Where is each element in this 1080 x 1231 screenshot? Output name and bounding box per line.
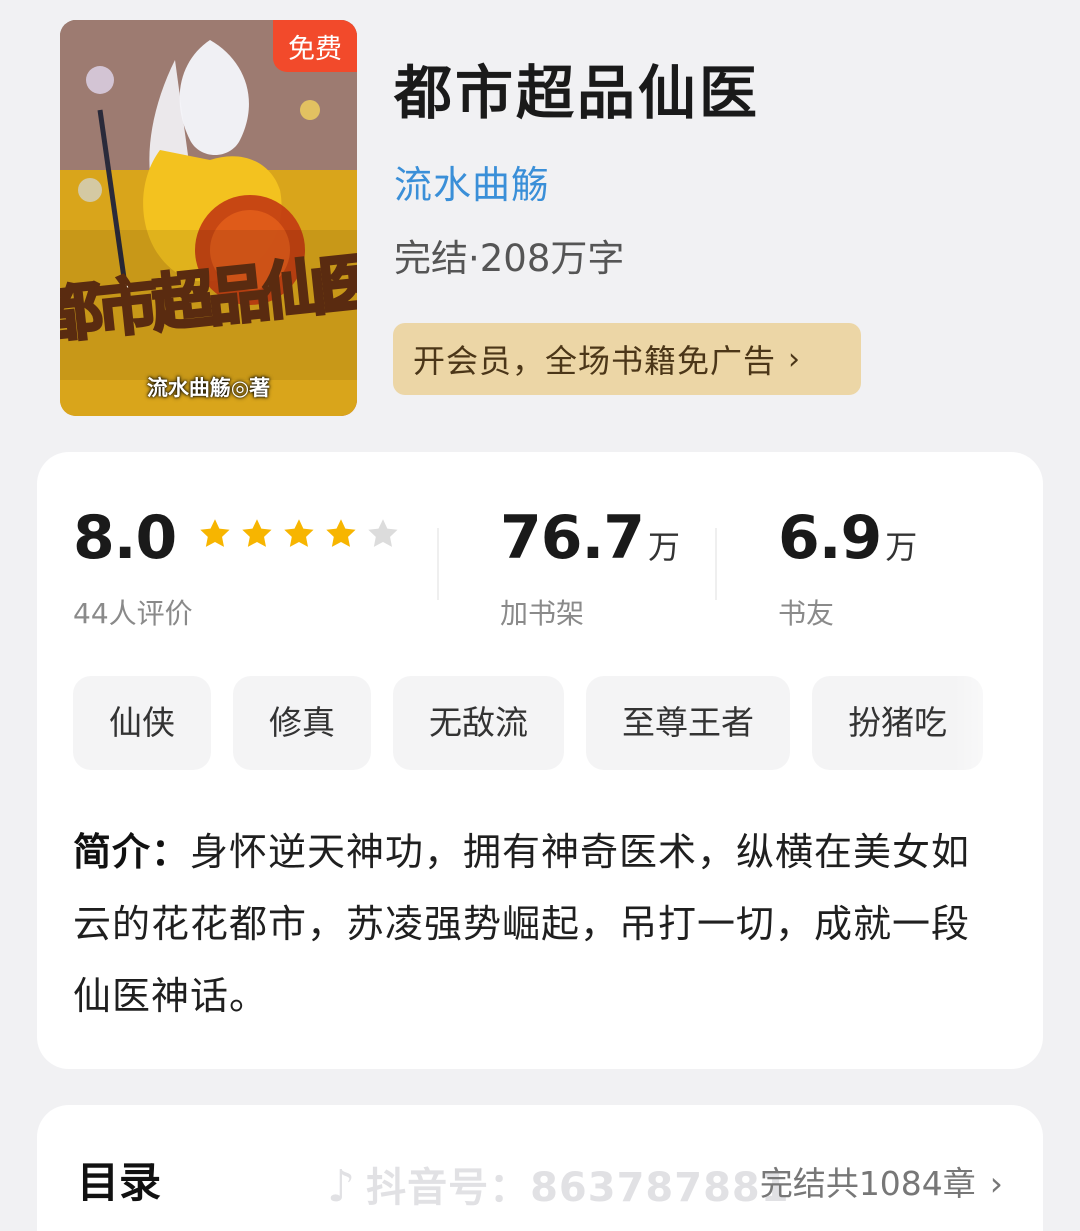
shelf-caption: 加书架 [500, 597, 585, 630]
friends-value: 6.9 [778, 503, 882, 573]
vip-banner-label: 开会员，全场书籍免广告 [413, 342, 777, 380]
tag-chip[interactable]: 至尊王者 [586, 676, 790, 770]
tag-list: 仙侠 修真 无敌流 至尊王者 扮猪吃 [73, 676, 1043, 772]
rating-caption: 44人评价 [73, 597, 193, 630]
book-meta: 完结·208万字 [394, 237, 625, 280]
synopsis-label: 简介： [73, 830, 191, 874]
friends-stat[interactable]: 6.9 万 书友 [778, 508, 918, 630]
shelf-value: 76.7 [500, 503, 645, 573]
shelf-stat: 76.7 万 加书架 [500, 508, 681, 630]
toc-status[interactable]: 完结共1084章 › [760, 1157, 1003, 1205]
vip-banner-button[interactable]: 开会员，全场书籍免广告 › [393, 323, 861, 395]
book-cover[interactable]: 免费 都市超品仙医 流水曲觞◎著 [60, 20, 357, 416]
shelf-unit: 万 [648, 528, 681, 566]
tag-list-fade [953, 676, 1043, 772]
tag-chip[interactable]: 无敌流 [393, 676, 564, 770]
chevron-right-icon: › [989, 1164, 1003, 1203]
rating-stat[interactable]: 8.0 44人评价 [73, 508, 401, 630]
book-info-card: 8.0 44人评价 76.7 万 加书架 6.9 万 书友 仙侠 修真 无敌流 至尊王者扮… [37, 452, 1043, 1069]
book-detail-page: 免费 都市超品仙医 流水曲觞◎著 都市超品仙医 流水曲觞 完结·208万字 开会… [0, 0, 1080, 1231]
watermark: ♪ 抖音号：863787881 [327, 1155, 790, 1213]
cover-title-art: 都市超品仙医 [60, 243, 357, 354]
toc-title: 目录 [77, 1158, 162, 1207]
synopsis-text: 身怀逆天神功，拥有神奇医术，纵横在美女如云的花花都市，苏凌强势崛起，吊打一切，成… [73, 830, 971, 1018]
friends-caption: 书友 [778, 597, 835, 630]
rating-stars [197, 516, 401, 552]
friends-unit: 万 [885, 528, 918, 566]
tag-chip[interactable]: 仙侠 [73, 676, 211, 770]
star-empty-icon [368, 519, 398, 547]
stat-divider [437, 528, 439, 600]
stat-divider [715, 528, 717, 600]
synopsis[interactable]: 简介：身怀逆天神功，拥有神奇医术，纵横在美女如云的花花都市，苏凌强势崛起，吊打一… [73, 816, 1003, 1032]
book-author-link[interactable]: 流水曲觞 [394, 154, 550, 209]
star-filled-icon [284, 519, 314, 547]
star-filled-icon [326, 519, 356, 547]
star-filled-icon [200, 519, 230, 547]
tag-chip[interactable]: 修真 [233, 676, 371, 770]
book-title: 都市超品仙医 [394, 59, 761, 127]
svg-text:都市超品仙医: 都市超品仙医 [60, 244, 357, 352]
chevron-right-icon: › [788, 341, 802, 377]
watermark-text: 抖音号：863787881 [366, 1165, 790, 1211]
cover-author: 流水曲觞◎著 [146, 375, 271, 400]
table-of-contents-card[interactable]: 目录 ♪ 抖音号：863787881 完结共1084章 › [37, 1105, 1043, 1231]
douyin-logo-icon: ♪ [327, 1161, 357, 1212]
toc-status-label: 完结共1084章 [759, 1164, 976, 1203]
star-filled-icon [242, 519, 272, 547]
rating-value: 8.0 [73, 503, 177, 573]
